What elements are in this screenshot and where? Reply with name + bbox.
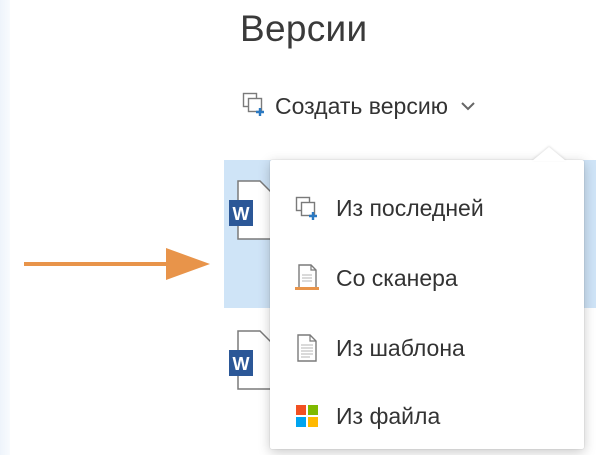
left-pane-edge [0, 0, 10, 455]
menu-item-from-template[interactable]: Из шаблона [270, 314, 584, 382]
menu-item-from-latest[interactable]: Из последней [270, 174, 584, 242]
template-document-icon [292, 333, 322, 363]
menu-item-from-file[interactable]: Из файла [270, 382, 584, 450]
menu-item-label: Из последней [336, 194, 484, 221]
dropdown-beak [532, 147, 566, 161]
create-version-dropdown: Из последней Со сканера Из шаблона Из фа… [270, 147, 584, 450]
svg-text:W: W [233, 204, 250, 224]
create-version-label: Создать версию [275, 92, 448, 119]
copy-plus-icon [292, 193, 322, 223]
menu-item-label: Из файла [336, 402, 441, 429]
menu-item-label: Со сканера [336, 264, 458, 291]
svg-text:W: W [233, 354, 250, 374]
menu-item-label: Из шаблона [336, 334, 465, 361]
windows-file-icon [292, 401, 322, 431]
word-document-icon: W [228, 330, 272, 395]
chevron-down-icon[interactable] [460, 101, 476, 111]
annotation-arrow-icon [24, 244, 214, 289]
page-title: Версии [240, 8, 368, 49]
create-version-button[interactable]: Создать версию [241, 88, 476, 124]
copy-plus-icon [241, 91, 267, 122]
word-document-icon: W [228, 180, 272, 245]
scanner-icon [292, 263, 322, 293]
menu-item-from-scanner[interactable]: Со сканера [270, 244, 584, 312]
